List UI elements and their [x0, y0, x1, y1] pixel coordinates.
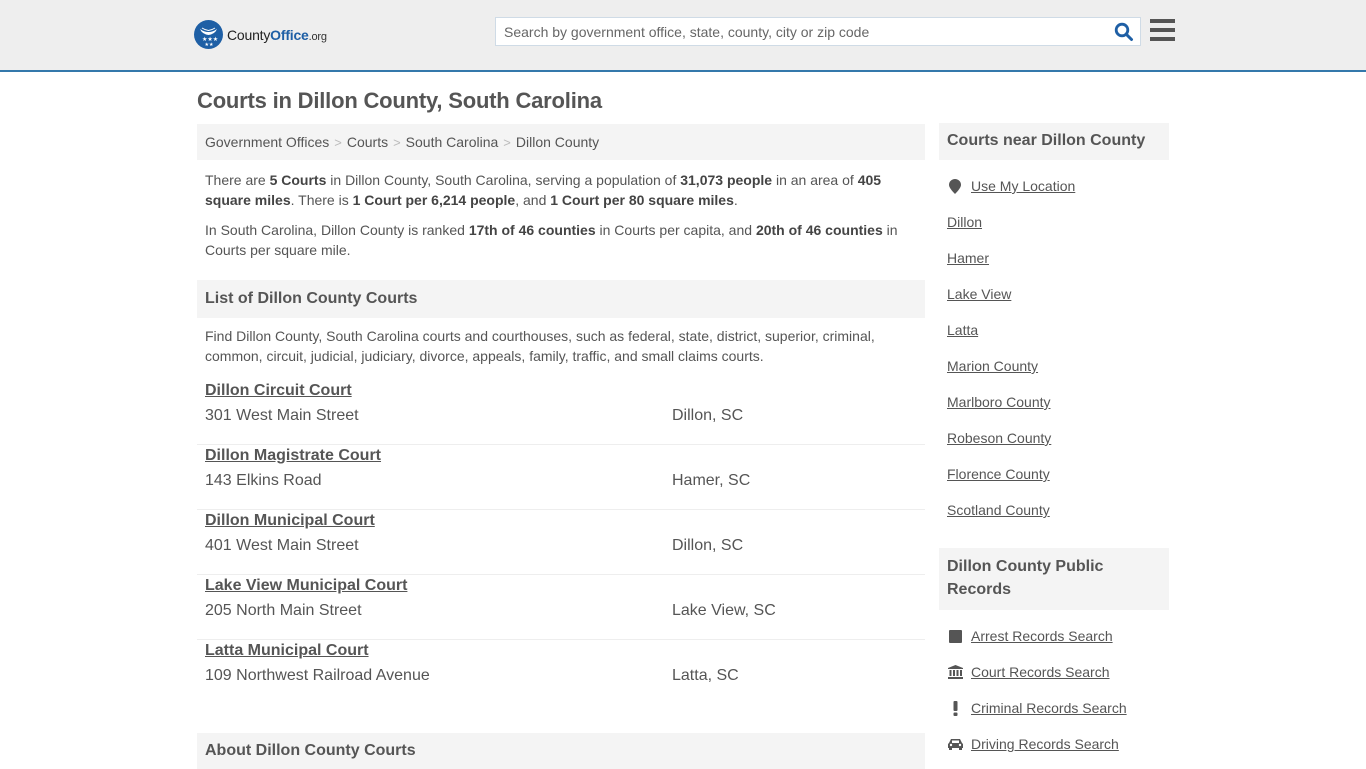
nearby-link-scotland-county[interactable]: Scotland County: [947, 502, 1050, 518]
nearby-link-dillon[interactable]: Dillon: [947, 214, 982, 230]
court-name-link[interactable]: Latta Municipal Court: [205, 642, 369, 660]
square-icon: [947, 629, 963, 643]
nearby-link-item: Robeson County: [947, 420, 1161, 456]
breadcrumb-south-carolina[interactable]: South Carolina: [406, 134, 499, 150]
site-logo[interactable]: ★★★ ★★ CountyOffice.org: [194, 20, 327, 49]
nearby-link-item: Marion County: [947, 348, 1161, 384]
nearby-link-lake-view[interactable]: Lake View: [947, 286, 1011, 302]
nearby-link-latta[interactable]: Latta: [947, 322, 978, 338]
hamburger-menu-icon: [1150, 19, 1175, 23]
nearby-link-hamer[interactable]: Hamer: [947, 250, 989, 266]
nearby-link-marlboro-county[interactable]: Marlboro County: [947, 394, 1051, 410]
site-header: ★★★ ★★ CountyOffice.org: [0, 0, 1366, 72]
records-link-item: Driving Records Search: [947, 726, 1161, 762]
nearby-link-marion-county[interactable]: Marion County: [947, 358, 1038, 374]
driving-records-link[interactable]: Driving Records Search: [971, 736, 1119, 752]
car-icon: [947, 738, 963, 750]
hamburger-menu-button[interactable]: [1150, 19, 1175, 41]
court-address: 401 West Main Street: [205, 537, 359, 554]
search-box: [495, 17, 1141, 46]
map-marker-icon: [947, 178, 963, 194]
nearby-link-florence-county[interactable]: Florence County: [947, 466, 1050, 482]
nearby-courts-list: Use My Location Dillon Hamer Lake View L…: [939, 168, 1169, 528]
court-list-item: Dillon Municipal Court 401 West Main Str…: [197, 510, 925, 575]
public-records-heading: Dillon County Public Records: [939, 548, 1169, 610]
arrest-records-link[interactable]: Arrest Records Search: [971, 628, 1113, 644]
nearby-courts-heading: Courts near Dillon County: [939, 123, 1169, 160]
eagle-stars-logo-icon: ★★★ ★★: [194, 20, 223, 49]
menu-bar: [1150, 28, 1175, 32]
courts-list-intro: Find Dillon County, South Carolina court…: [205, 328, 875, 364]
court-address: 143 Elkins Road: [205, 472, 322, 489]
records-link-item: Arrest Records Search: [947, 618, 1161, 654]
nearby-link-robeson-county[interactable]: Robeson County: [947, 430, 1051, 446]
main-content: Government Offices > Courts > South Carolina…: [197, 124, 925, 769]
courts-list-heading: List of Dillon County Courts: [197, 280, 925, 318]
search-icon: [1114, 22, 1133, 41]
nearby-link-item: Florence County: [947, 456, 1161, 492]
nearby-link-item: Latta: [947, 312, 1161, 348]
breadcrumb-separator: >: [393, 135, 401, 150]
nearby-link-item: Scotland County: [947, 492, 1161, 528]
svg-text:★★: ★★: [205, 42, 214, 48]
nearby-link-item: Marlboro County: [947, 384, 1161, 420]
court-name-link[interactable]: Dillon Magistrate Court: [205, 447, 381, 465]
court-name-link[interactable]: Lake View Municipal Court: [205, 577, 407, 595]
court-city: Dillon, SC: [672, 407, 744, 424]
court-city: Lake View, SC: [672, 602, 776, 619]
nearby-link-item: Hamer: [947, 240, 1161, 276]
court-city: Latta, SC: [672, 667, 739, 684]
search-button[interactable]: [1114, 22, 1134, 42]
courts-list: Dillon Circuit Court 301 West Main Stree…: [197, 382, 925, 705]
logo-text: CountyOffice.org: [227, 26, 327, 43]
breadcrumb-government-offices[interactable]: Government Offices: [205, 134, 329, 150]
court-name-link[interactable]: Dillon Circuit Court: [205, 382, 352, 400]
page-title: Courts in Dillon County, South Carolina: [197, 88, 602, 113]
court-address: 109 Northwest Railroad Avenue: [205, 667, 430, 684]
court-list-item: Lake View Municipal Court 205 North Main…: [197, 575, 925, 640]
court-address: 205 North Main Street: [205, 602, 362, 619]
breadcrumb-dillon-county[interactable]: Dillon County: [516, 134, 599, 150]
courthouse-icon: [947, 665, 963, 679]
records-link-item: Criminal Records Search: [947, 690, 1161, 726]
public-records-list: Arrest Records Search Court Records Sear…: [939, 618, 1169, 762]
records-link-item: Court Records Search: [947, 654, 1161, 690]
use-my-location-link[interactable]: Use My Location: [971, 178, 1075, 194]
court-list-item: Dillon Magistrate Court 143 Elkins Road …: [197, 445, 925, 510]
breadcrumb-separator: >: [334, 135, 342, 150]
nearby-link-item: Lake View: [947, 276, 1161, 312]
menu-bar: [1150, 37, 1175, 41]
court-records-link[interactable]: Court Records Search: [971, 664, 1110, 680]
criminal-records-link[interactable]: Criminal Records Search: [971, 700, 1127, 716]
breadcrumb: Government Offices > Courts > South Carolina…: [197, 124, 925, 160]
ranking-paragraph: In South Carolina, Dillon County is rank…: [205, 222, 898, 258]
court-list-item: Dillon Circuit Court 301 West Main Stree…: [197, 382, 925, 445]
court-city: Hamer, SC: [672, 472, 751, 489]
about-courts-heading: About Dillon County Courts: [197, 733, 925, 769]
breadcrumb-separator: >: [503, 135, 511, 150]
court-address: 301 West Main Street: [205, 407, 359, 424]
nearby-link-item: Dillon: [947, 204, 1161, 240]
summary-paragraph: There are 5 Courts in Dillon County, Sou…: [205, 172, 882, 208]
exclamation-icon: [947, 700, 963, 716]
use-my-location-item: Use My Location: [947, 168, 1161, 204]
court-list-item: Latta Municipal Court 109 Northwest Rail…: [197, 640, 925, 705]
sidebar: Courts near Dillon County Use My Locatio…: [939, 123, 1169, 762]
breadcrumb-courts[interactable]: Courts: [347, 134, 388, 150]
search-input[interactable]: [496, 18, 1106, 45]
court-city: Dillon, SC: [672, 537, 744, 554]
court-name-link[interactable]: Dillon Municipal Court: [205, 512, 375, 530]
